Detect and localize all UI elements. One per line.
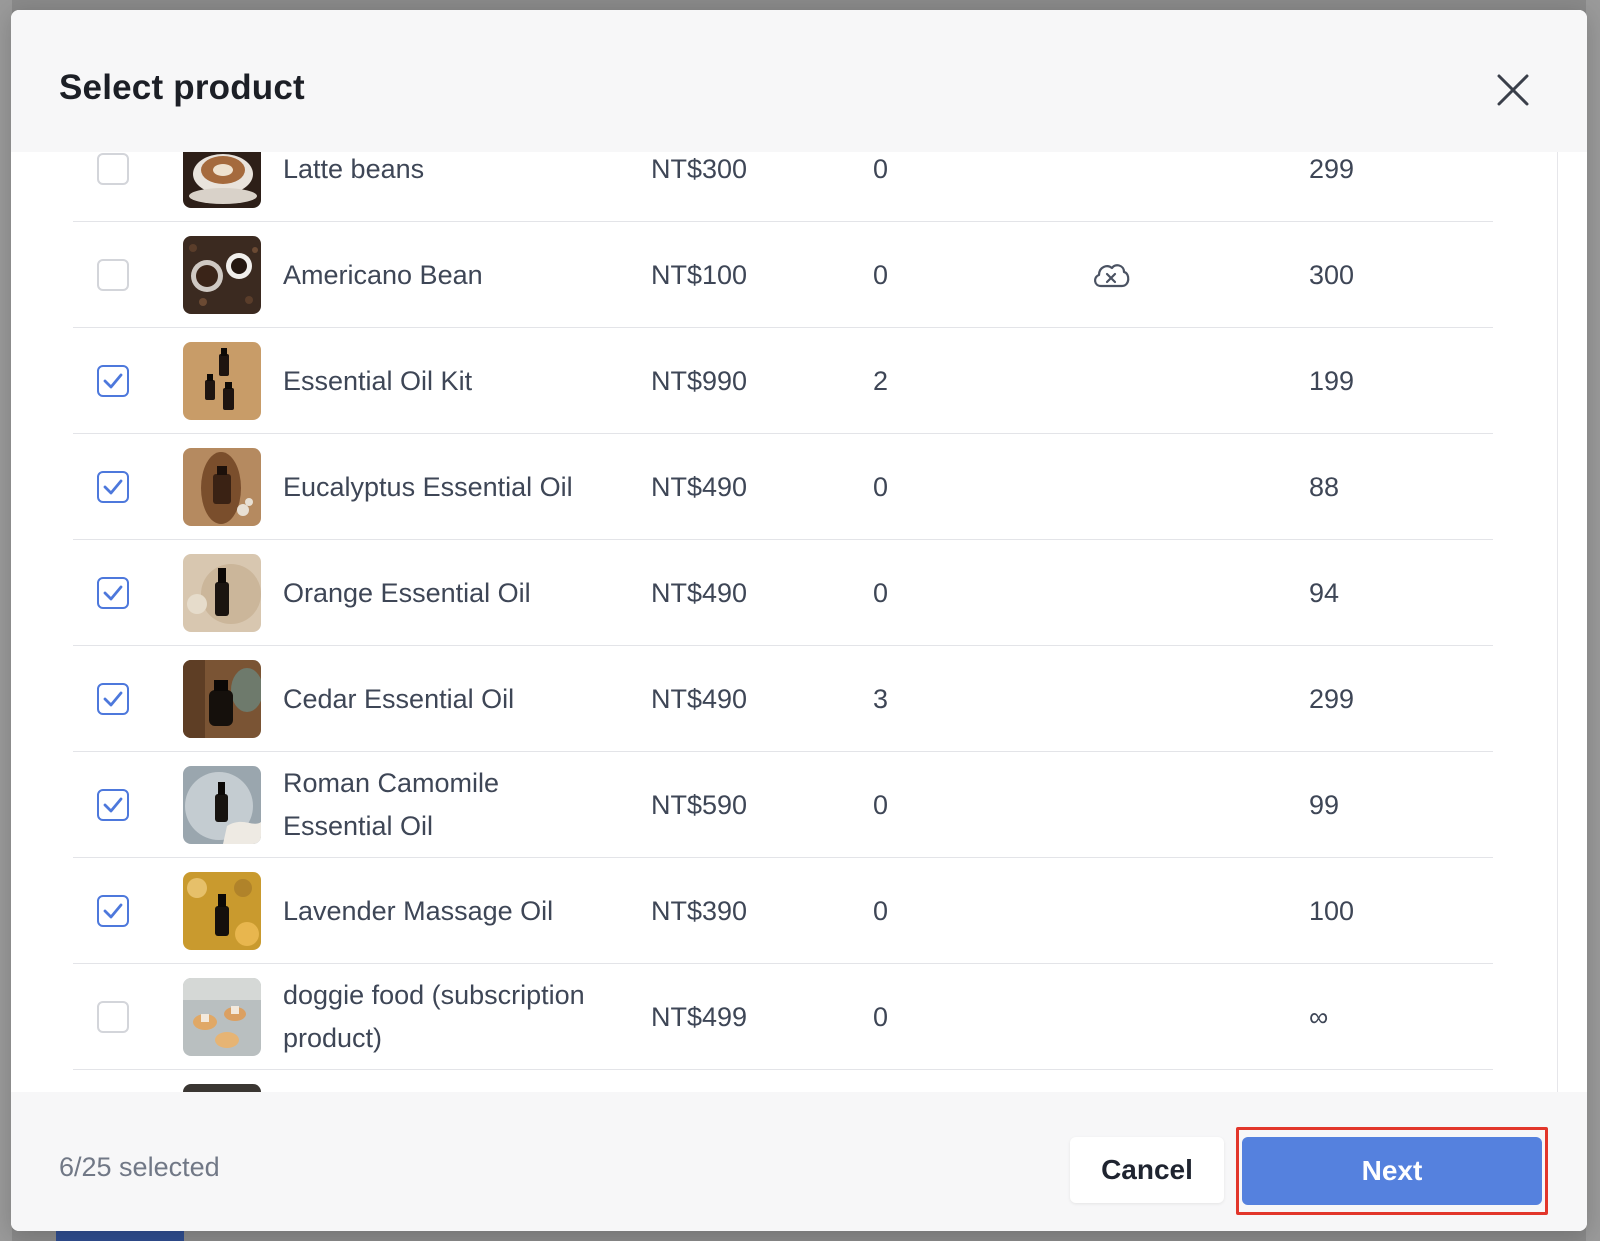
product-thumbnail — [183, 554, 261, 632]
product-name: Latte beans — [283, 153, 425, 184]
product-stock: 199 — [1309, 365, 1355, 396]
product-quantity: 0 — [873, 1001, 889, 1032]
table-row[interactable]: Latte beans NT$300 0 299 — [73, 152, 1493, 222]
product-thumbnail — [183, 152, 261, 208]
product-thumbnail — [183, 766, 261, 844]
product-quantity: 0 — [873, 789, 889, 820]
dialog-footer: 6/25 selected Cancel Next — [11, 1092, 1587, 1231]
product-thumbnail — [183, 1084, 261, 1092]
product-stock: 99 — [1309, 789, 1340, 820]
product-price: NT$390 — [651, 895, 748, 926]
product-price: NT$590 — [651, 789, 748, 820]
selected-count: 6/25 selected — [59, 1152, 220, 1182]
dialog-title: Select product — [59, 68, 305, 107]
product-thumbnail — [183, 342, 261, 420]
product-stock: ∞ — [1309, 1001, 1329, 1032]
product-name: doggie food (subscription product) — [283, 980, 585, 1053]
next-button[interactable]: Next — [1242, 1137, 1542, 1205]
select-product-dialog: Select product Latte beans NT$300 0 299 … — [11, 10, 1587, 1231]
product-name: Americano Bean — [283, 259, 483, 290]
table-row[interactable]: Americano Bean NT$100 0 300 — [73, 222, 1493, 328]
product-price: NT$990 — [651, 365, 748, 396]
product-name: Essential Oil Kit — [283, 365, 473, 396]
product-quantity: 0 — [873, 153, 889, 184]
product-name: Eucalyptus Essential Oil — [283, 471, 573, 502]
product-thumbnail — [183, 236, 261, 314]
product-quantity: 2 — [873, 365, 889, 396]
product-price: NT$499 — [651, 1001, 748, 1032]
product-price: NT$490 — [651, 577, 748, 608]
product-stock: 94 — [1309, 577, 1340, 608]
product-price: NT$490 — [651, 471, 748, 502]
product-quantity: 0 — [873, 895, 889, 926]
product-quantity: 0 — [873, 577, 889, 608]
product-list[interactable]: Latte beans NT$300 0 299 Americano Bean — [11, 152, 1571, 1092]
row-checkbox[interactable] — [97, 683, 129, 715]
product-name: Orange Essential Oil — [283, 577, 531, 608]
product-stock: 88 — [1309, 471, 1340, 502]
table-row[interactable]: Eucalyptus Essential Oil NT$490 0 88 — [73, 434, 1493, 540]
row-checkbox[interactable] — [97, 895, 129, 927]
cloud-x-icon — [1091, 258, 1131, 292]
product-price: NT$300 — [651, 153, 748, 184]
list-scrollbar-track[interactable] — [1557, 152, 1558, 1092]
product-name: Lavender Massage Oil — [283, 895, 554, 926]
row-checkbox[interactable] — [97, 789, 129, 821]
table-row[interactable]: Essential Oil Kit NT$990 2 199 — [73, 328, 1493, 434]
product-price: NT$100 — [651, 259, 748, 290]
product-quantity: 0 — [873, 471, 889, 502]
product-thumbnail — [183, 448, 261, 526]
product-stock: 299 — [1309, 153, 1355, 184]
table-row[interactable]: doggie food (subscription product) NT$49… — [73, 964, 1493, 1070]
close-icon[interactable] — [1493, 70, 1533, 110]
product-stock: 299 — [1309, 683, 1355, 714]
product-stock: 300 — [1309, 259, 1355, 290]
product-thumbnail — [183, 978, 261, 1056]
row-checkbox[interactable] — [97, 153, 129, 185]
row-checkbox[interactable] — [97, 1001, 129, 1033]
row-checkbox[interactable] — [97, 365, 129, 397]
table-row[interactable]: Lavender Massage Oil NT$390 0 100 — [73, 858, 1493, 964]
row-checkbox[interactable] — [97, 577, 129, 609]
product-thumbnail — [183, 660, 261, 738]
cancel-button[interactable]: Cancel — [1070, 1137, 1224, 1203]
row-checkbox[interactable] — [97, 471, 129, 503]
product-stock: 100 — [1309, 895, 1355, 926]
product-quantity: 0 — [873, 259, 889, 290]
product-name: Cedar Essential Oil — [283, 683, 515, 714]
dialog-header: Select product — [11, 10, 1587, 152]
product-price: NT$490 — [651, 683, 748, 714]
product-name: Roman Camomile Essential Oil — [283, 768, 500, 841]
table-row[interactable] — [73, 1070, 1493, 1092]
table-row[interactable]: Roman Camomile Essential Oil NT$590 0 99 — [73, 752, 1493, 858]
product-quantity: 3 — [873, 683, 889, 714]
background-right-edge — [1586, 0, 1600, 1241]
table-row[interactable]: Cedar Essential Oil NT$490 3 299 — [73, 646, 1493, 752]
product-thumbnail — [183, 872, 261, 950]
row-checkbox[interactable] — [97, 259, 129, 291]
table-row[interactable]: Orange Essential Oil NT$490 0 94 — [73, 540, 1493, 646]
